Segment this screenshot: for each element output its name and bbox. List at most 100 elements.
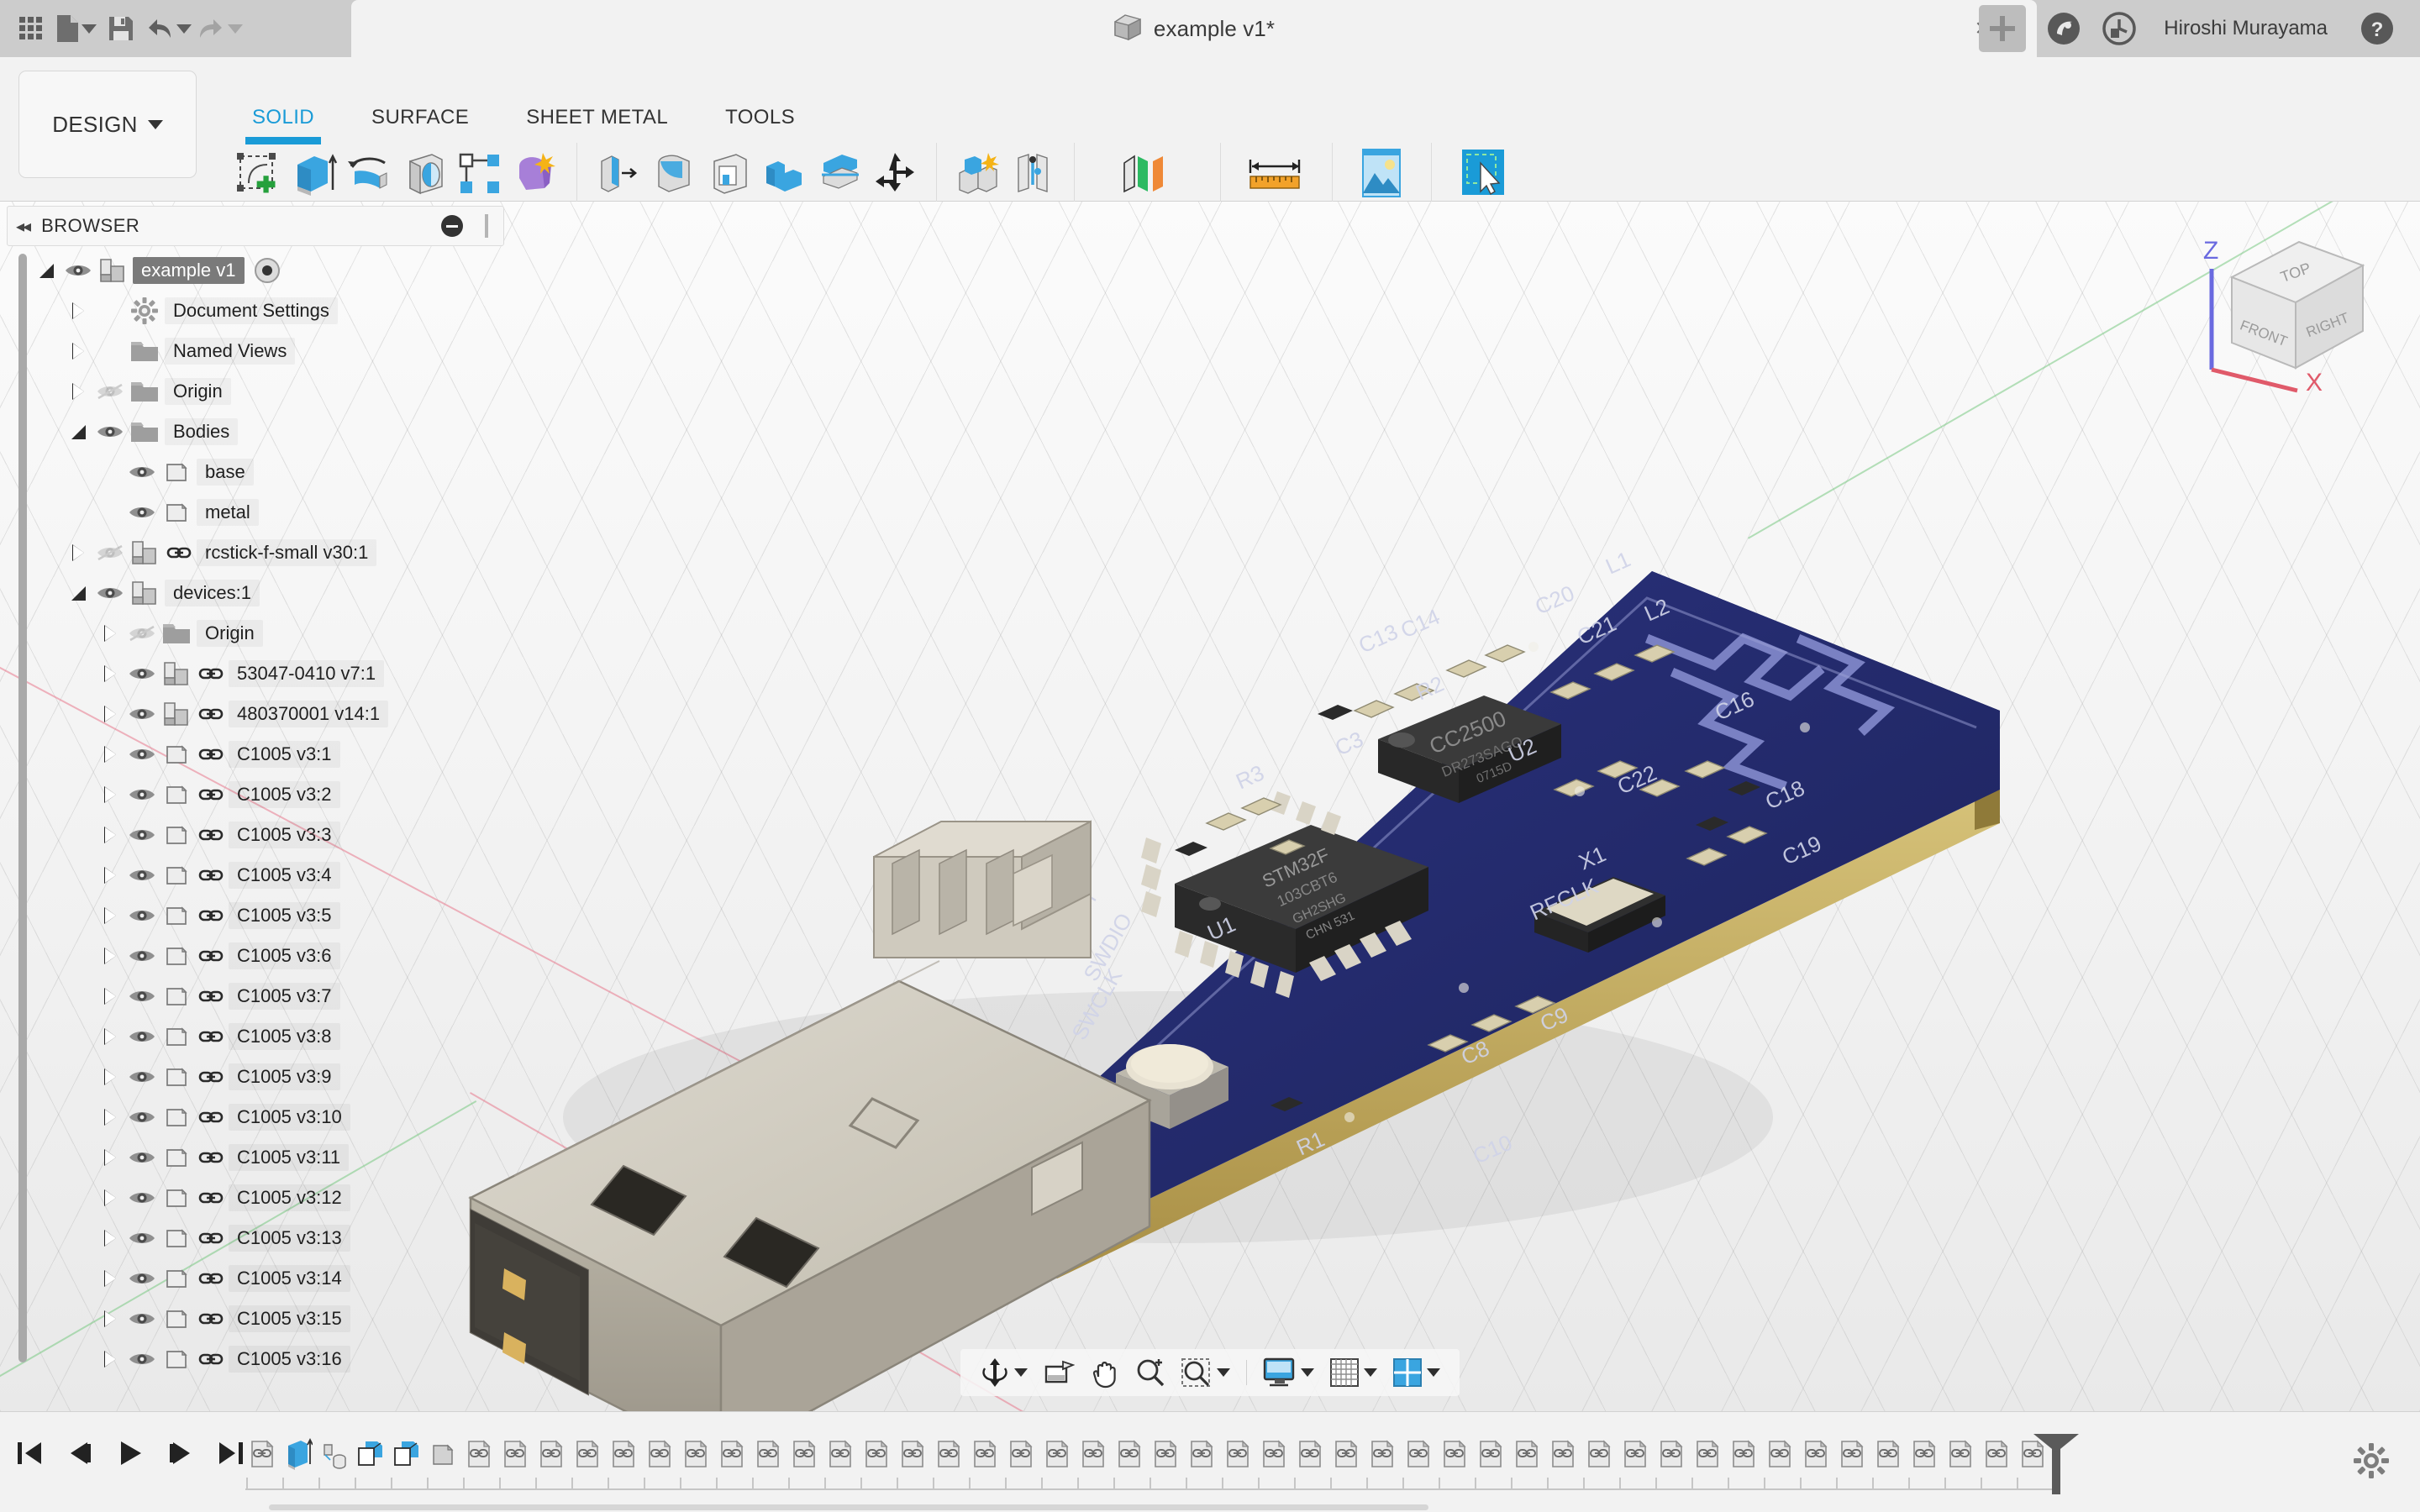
tree-item-c1005-v3-7[interactable]: C1005 v3:7 bbox=[32, 976, 502, 1016]
tab-solid[interactable]: SOLID bbox=[224, 106, 343, 129]
expand-twisty-icon[interactable] bbox=[96, 787, 124, 802]
timeline-node-insert-mcmaster[interactable] bbox=[713, 1431, 750, 1478]
job-status-icon[interactable] bbox=[2044, 9, 2083, 48]
tree-item-480370001-v14-1[interactable]: 480370001 v14:1 bbox=[32, 694, 502, 734]
timeline-node-insert-mcmaster[interactable] bbox=[1472, 1431, 1508, 1478]
viewports-icon[interactable] bbox=[1386, 1352, 1446, 1393]
visibility-on-icon[interactable] bbox=[92, 583, 128, 603]
help-icon[interactable]: ? bbox=[2358, 9, 2396, 48]
expand-twisty-icon[interactable] bbox=[96, 908, 124, 923]
visibility-on-icon[interactable] bbox=[124, 744, 160, 764]
tree-item-c1005-v3-11[interactable]: C1005 v3:11 bbox=[32, 1137, 502, 1178]
tree-item-c1005-v3-5[interactable]: C1005 v3:5 bbox=[32, 895, 502, 936]
tab-tools[interactable]: TOOLS bbox=[697, 106, 823, 129]
zoom-icon[interactable] bbox=[1129, 1352, 1171, 1393]
expand-twisty-icon[interactable] bbox=[64, 384, 92, 399]
go-to-beginning-icon[interactable] bbox=[12, 1436, 47, 1471]
visibility-on-icon[interactable] bbox=[124, 1107, 160, 1127]
expand-twisty-icon[interactable] bbox=[96, 626, 124, 641]
shell-icon[interactable] bbox=[702, 144, 755, 203]
tree-item-origin[interactable]: Origin bbox=[32, 613, 502, 654]
new-tab-button[interactable] bbox=[1979, 5, 2026, 52]
undo-icon[interactable] bbox=[145, 7, 192, 50]
timeline-node-insert-mcmaster[interactable] bbox=[1183, 1431, 1219, 1478]
timeline-node-insert-mcmaster[interactable] bbox=[1870, 1431, 1906, 1478]
visibility-on-icon[interactable] bbox=[124, 946, 160, 966]
step-back-icon[interactable] bbox=[62, 1436, 97, 1471]
tree-item-c1005-v3-8[interactable]: C1005 v3:8 bbox=[32, 1016, 502, 1057]
select-cursor-icon[interactable] bbox=[1450, 144, 1516, 203]
grid-snap-icon[interactable] bbox=[1323, 1352, 1383, 1393]
app-grid-icon[interactable] bbox=[12, 7, 50, 50]
visibility-on-icon[interactable] bbox=[124, 825, 160, 845]
pan-icon[interactable] bbox=[1084, 1352, 1126, 1393]
timeline-node-insert-mcmaster[interactable] bbox=[605, 1431, 641, 1478]
timeline-node-insert-mcmaster[interactable] bbox=[1436, 1431, 1472, 1478]
expand-twisty-icon[interactable] bbox=[96, 989, 124, 1004]
timeline-node-insert-mcmaster[interactable] bbox=[1725, 1431, 1761, 1478]
step-forward-icon[interactable] bbox=[163, 1436, 198, 1471]
timeline-node-insert-mcmaster[interactable] bbox=[460, 1431, 497, 1478]
press-pull-icon[interactable] bbox=[592, 144, 644, 203]
tree-item-c1005-v3-13[interactable]: C1005 v3:13 bbox=[32, 1218, 502, 1258]
expand-twisty-icon[interactable] bbox=[64, 545, 92, 560]
timeline-node-insert-mcmaster[interactable] bbox=[1617, 1431, 1653, 1478]
timeline-node-insert-mcmaster[interactable] bbox=[750, 1431, 786, 1478]
visibility-on-icon[interactable] bbox=[92, 422, 128, 442]
tree-item-c1005-v3-16[interactable]: C1005 v3:16 bbox=[32, 1339, 502, 1379]
timeline-node-insert-mcmaster[interactable] bbox=[1002, 1431, 1039, 1478]
timeline-node-insert-mcmaster[interactable] bbox=[1039, 1431, 1075, 1478]
tree-item-rcstick-f-small-v30-1[interactable]: rcstick-f-small v30:1 bbox=[32, 533, 502, 573]
tree-item-metal[interactable]: metal bbox=[32, 492, 502, 533]
visibility-on-icon[interactable] bbox=[124, 462, 160, 482]
timeline-node-insert-mcmaster[interactable] bbox=[1581, 1431, 1617, 1478]
timeline-node-insert-mcmaster[interactable] bbox=[1761, 1431, 1797, 1478]
timeline-node-insert-mcmaster[interactable] bbox=[1833, 1431, 1870, 1478]
visibility-on-icon[interactable] bbox=[124, 1228, 160, 1248]
fillet-icon[interactable] bbox=[647, 144, 699, 203]
timeline-marker[interactable] bbox=[2052, 1439, 2060, 1494]
tab-surface[interactable]: SURFACE bbox=[343, 106, 497, 129]
tree-item-c1005-v3-4[interactable]: C1005 v3:4 bbox=[32, 855, 502, 895]
tree-item-c1005-v3-6[interactable]: C1005 v3:6 bbox=[32, 936, 502, 976]
recent-icon[interactable] bbox=[2100, 9, 2139, 48]
visibility-off-icon[interactable] bbox=[92, 381, 128, 402]
new-file-caret-icon[interactable] bbox=[82, 24, 97, 34]
expand-twisty-icon[interactable] bbox=[96, 706, 124, 722]
timeline-horizontal-scrollbar[interactable] bbox=[269, 1504, 1428, 1510]
tab-sheet-metal[interactable]: SHEET METAL bbox=[497, 106, 697, 129]
minimize-browser-icon[interactable] bbox=[441, 215, 463, 237]
tree-item-c1005-v3-3[interactable]: C1005 v3:3 bbox=[32, 815, 502, 855]
viewports-caret-icon[interactable] bbox=[1427, 1368, 1440, 1377]
tree-item-c1005-v3-15[interactable]: C1005 v3:15 bbox=[32, 1299, 502, 1339]
expand-twisty-icon[interactable] bbox=[96, 1311, 124, 1326]
visibility-on-icon[interactable] bbox=[124, 785, 160, 805]
revolve-icon[interactable] bbox=[343, 144, 395, 203]
timeline-node-insert-mcmaster[interactable] bbox=[1942, 1431, 1978, 1478]
visibility-off-icon[interactable] bbox=[124, 623, 160, 643]
save-icon[interactable] bbox=[102, 7, 140, 50]
timeline-node-insert-mcmaster[interactable] bbox=[1364, 1431, 1400, 1478]
insert-image-icon[interactable] bbox=[1349, 144, 1414, 203]
visibility-on-icon[interactable] bbox=[124, 1349, 160, 1369]
tree-item-53047-0410-v7-1[interactable]: 53047-0410 v7:1 bbox=[32, 654, 502, 694]
timeline-node-insert-mcmaster[interactable] bbox=[1797, 1431, 1833, 1478]
timeline-node-insert-mcmaster[interactable] bbox=[858, 1431, 894, 1478]
collapse-twisty-icon[interactable] bbox=[64, 586, 92, 601]
expand-twisty-icon[interactable] bbox=[96, 1352, 124, 1367]
timeline-node-insert-mcmaster[interactable] bbox=[1906, 1431, 1942, 1478]
timeline-node-insert-mcmaster[interactable] bbox=[1328, 1431, 1364, 1478]
display-settings-icon[interactable] bbox=[1257, 1352, 1320, 1393]
tree-item-c1005-v3-1[interactable]: C1005 v3:1 bbox=[32, 734, 502, 774]
expand-twisty-icon[interactable] bbox=[96, 868, 124, 883]
new-file-icon[interactable] bbox=[55, 7, 97, 50]
grid-snap-caret-icon[interactable] bbox=[1364, 1368, 1377, 1377]
tree-item-devices-1[interactable]: devices:1 bbox=[32, 573, 502, 613]
visibility-on-icon[interactable] bbox=[124, 1026, 160, 1047]
visibility-on-icon[interactable] bbox=[124, 502, 160, 522]
sweep-icon[interactable] bbox=[398, 144, 450, 203]
visibility-on-icon[interactable] bbox=[124, 664, 160, 684]
timeline-node-insert-mcmaster[interactable] bbox=[1400, 1431, 1436, 1478]
visibility-on-icon[interactable] bbox=[124, 906, 160, 926]
view-cube[interactable]: Z X TOP FRONT RIGHT bbox=[2163, 210, 2398, 395]
